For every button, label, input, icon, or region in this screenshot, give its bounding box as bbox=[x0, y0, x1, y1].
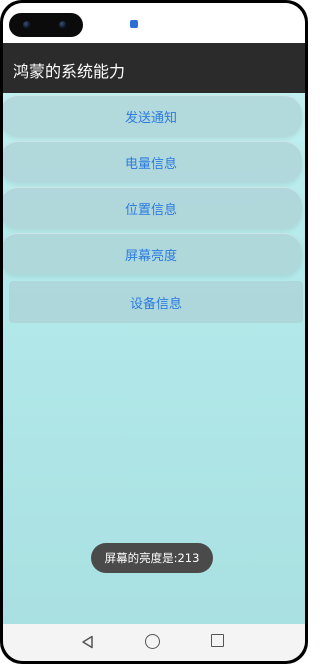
camera-lens-icon bbox=[23, 21, 31, 29]
screen-brightness-button[interactable]: 屏幕亮度 bbox=[3, 233, 302, 275]
back-triangle-icon[interactable] bbox=[81, 635, 95, 649]
screen-brightness-label: 屏幕亮度 bbox=[124, 248, 177, 264]
brightness-toast: 屏幕的亮度是:213 bbox=[91, 543, 213, 573]
page-title: 鸿蒙的系统能力 bbox=[13, 62, 126, 81]
device-info-label: 设备信息 bbox=[129, 296, 182, 312]
send-notification-label: 发送通知 bbox=[124, 110, 177, 126]
location-info-label: 位置信息 bbox=[124, 202, 177, 218]
send-notification-button[interactable]: 发送通知 bbox=[3, 95, 302, 137]
screen: 鸿蒙的系统能力 发送通知 电量信息 位置信息 屏幕亮度 设备信息 屏幕的亮度是:… bbox=[3, 3, 305, 661]
device-info-button[interactable]: 设备信息 bbox=[9, 281, 303, 323]
camera-cutout bbox=[9, 13, 83, 37]
notification-app-icon bbox=[130, 20, 138, 28]
battery-info-label: 电量信息 bbox=[124, 156, 177, 172]
battery-info-button[interactable]: 电量信息 bbox=[3, 141, 302, 183]
system-navigation-bar bbox=[3, 624, 305, 661]
app-bar: 鸿蒙的系统能力 bbox=[3, 43, 305, 93]
camera-lens-icon bbox=[59, 21, 67, 29]
home-circle-icon[interactable] bbox=[145, 634, 160, 649]
status-bar bbox=[3, 3, 305, 43]
phone-frame: 鸿蒙的系统能力 发送通知 电量信息 位置信息 屏幕亮度 设备信息 屏幕的亮度是:… bbox=[0, 0, 308, 664]
location-info-button[interactable]: 位置信息 bbox=[3, 187, 302, 229]
toast-text: 屏幕的亮度是:213 bbox=[104, 551, 200, 565]
recent-square-icon[interactable] bbox=[211, 634, 224, 647]
